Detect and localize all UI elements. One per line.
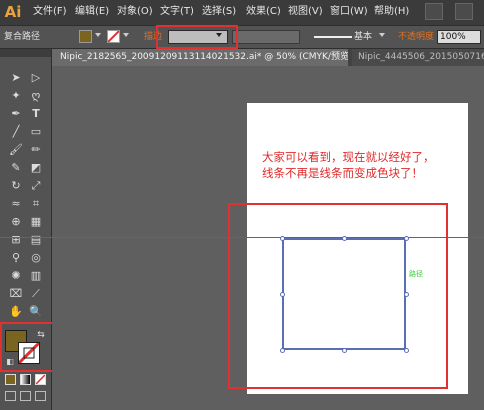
anchor-point[interactable]: [342, 348, 347, 353]
column-graph-icon[interactable]: ▥: [28, 269, 44, 283]
type-icon[interactable]: T: [28, 107, 44, 121]
anchor-point[interactable]: [404, 236, 409, 241]
anchor-point[interactable]: [342, 236, 347, 241]
free-transform-icon[interactable]: ⌗: [28, 197, 44, 211]
anchor-point[interactable]: [404, 292, 409, 297]
variable-width-field[interactable]: [232, 30, 300, 44]
slice-icon[interactable]: ⟋: [28, 287, 44, 301]
object-type-label: 复合路径: [4, 32, 41, 42]
menu-window[interactable]: 窗口(W): [330, 5, 368, 19]
anchor-point[interactable]: [280, 348, 285, 353]
eyedropper-icon[interactable]: ⚲: [8, 251, 24, 265]
color-mode-button[interactable]: [5, 374, 16, 385]
pen-icon[interactable]: ✒: [8, 107, 24, 121]
document-tab-inactive[interactable]: Nipic_4445506_2015050716: [352, 49, 484, 66]
rotate-icon[interactable]: ↻: [8, 179, 24, 193]
eraser-icon[interactable]: ◩: [28, 161, 44, 175]
anchor-point[interactable]: [280, 292, 285, 297]
anchor-point[interactable]: [280, 236, 285, 241]
none-mode-button[interactable]: [35, 374, 46, 385]
menu-file[interactable]: 文件(F): [33, 5, 67, 19]
anchor-point[interactable]: [404, 348, 409, 353]
bridge-icon[interactable]: [425, 3, 443, 20]
direct-selection-icon[interactable]: ▷: [28, 71, 44, 85]
arrange-documents-icon[interactable]: [455, 3, 473, 20]
menu-bar: Ai 文件(F) 编辑(E) 对象(O) 文字(T) 选择(S) 效果(C) 视…: [0, 0, 484, 25]
stroke-swatch[interactable]: [107, 30, 120, 43]
blend-icon[interactable]: ◎: [28, 251, 44, 265]
control-bar: 复合路径 描边 基本 不透明度 100%: [0, 25, 484, 49]
selection-icon[interactable]: ➤: [8, 71, 24, 85]
blob-brush-icon[interactable]: ✎: [8, 161, 24, 175]
chevron-down-icon[interactable]: [379, 33, 385, 37]
shape-builder-icon[interactable]: ⊕: [8, 215, 24, 229]
menu-edit[interactable]: 编辑(E): [75, 5, 109, 19]
rectangle-icon[interactable]: ▭: [28, 125, 44, 139]
menu-effect[interactable]: 效果(C): [246, 5, 281, 19]
brush-stroke-preview: [314, 36, 352, 38]
artboard-icon[interactable]: ⌧: [8, 287, 24, 301]
paintbrush-icon[interactable]: 🖌: [8, 143, 24, 157]
none-icon: [36, 375, 45, 384]
hand-icon[interactable]: ✋: [8, 305, 24, 319]
document-tab-label: Nipic_2182565_20091209113114021532.ai* @…: [60, 52, 348, 62]
magic-wand-icon[interactable]: ✦: [8, 89, 24, 103]
menu-object[interactable]: 对象(O): [117, 5, 153, 19]
zoom-icon[interactable]: 🔍: [28, 305, 44, 319]
menu-select[interactable]: 选择(S): [202, 5, 236, 19]
symbol-sprayer-icon[interactable]: ✺: [8, 269, 24, 283]
mesh-icon[interactable]: ⊞: [8, 233, 24, 247]
opacity-label[interactable]: 不透明度: [398, 31, 434, 43]
chevron-down-icon[interactable]: [95, 33, 101, 37]
line-icon[interactable]: ╱: [8, 125, 24, 139]
path-hover-label: 路径: [409, 270, 423, 278]
draw-behind-icon[interactable]: [20, 391, 31, 401]
none-icon: [108, 31, 119, 42]
lasso-icon[interactable]: ღ: [28, 89, 44, 103]
document-tab-label: Nipic_4445506_2015050716: [358, 52, 484, 62]
fill-stroke-highlight-box: [0, 322, 60, 372]
chevron-down-icon[interactable]: [123, 33, 129, 37]
perspective-grid-icon[interactable]: ▦: [28, 215, 44, 229]
fill-swatch[interactable]: [79, 30, 92, 43]
draw-normal-icon[interactable]: [5, 391, 16, 401]
draw-inside-icon[interactable]: [35, 391, 46, 401]
stroke-highlight-box: [156, 25, 238, 49]
gradient-icon[interactable]: ▤: [28, 233, 44, 247]
document-tab-active[interactable]: Nipic_2182565_20091209113114021532.ai* @…: [52, 49, 348, 66]
scale-icon[interactable]: ⤢: [28, 179, 44, 193]
menu-view[interactable]: 视图(V): [288, 5, 323, 19]
menu-type[interactable]: 文字(T): [160, 5, 194, 19]
annotation-line-2: 线条不再是线条而变成色块了！: [262, 166, 423, 180]
annotation-text: 大家可以看到，现在就以经好了， 线条不再是线条而变成色块了！: [262, 149, 472, 181]
stroke-style-label[interactable]: 基本: [354, 31, 372, 43]
panel-grip: [0, 49, 51, 57]
document-tab-bar: Nipic_2182565_20091209113114021532.ai* @…: [52, 49, 484, 67]
app-logo: Ai: [4, 3, 22, 21]
gradient-mode-button[interactable]: [20, 374, 31, 385]
compound-path-shape[interactable]: [282, 238, 406, 350]
annotation-line-1: 大家可以看到，现在就以经好了，: [262, 150, 435, 164]
menu-help[interactable]: 帮助(H): [374, 5, 409, 19]
opacity-input[interactable]: 100%: [437, 30, 481, 44]
pencil-icon[interactable]: ✏: [28, 143, 44, 157]
width-icon[interactable]: ≈: [8, 197, 24, 211]
